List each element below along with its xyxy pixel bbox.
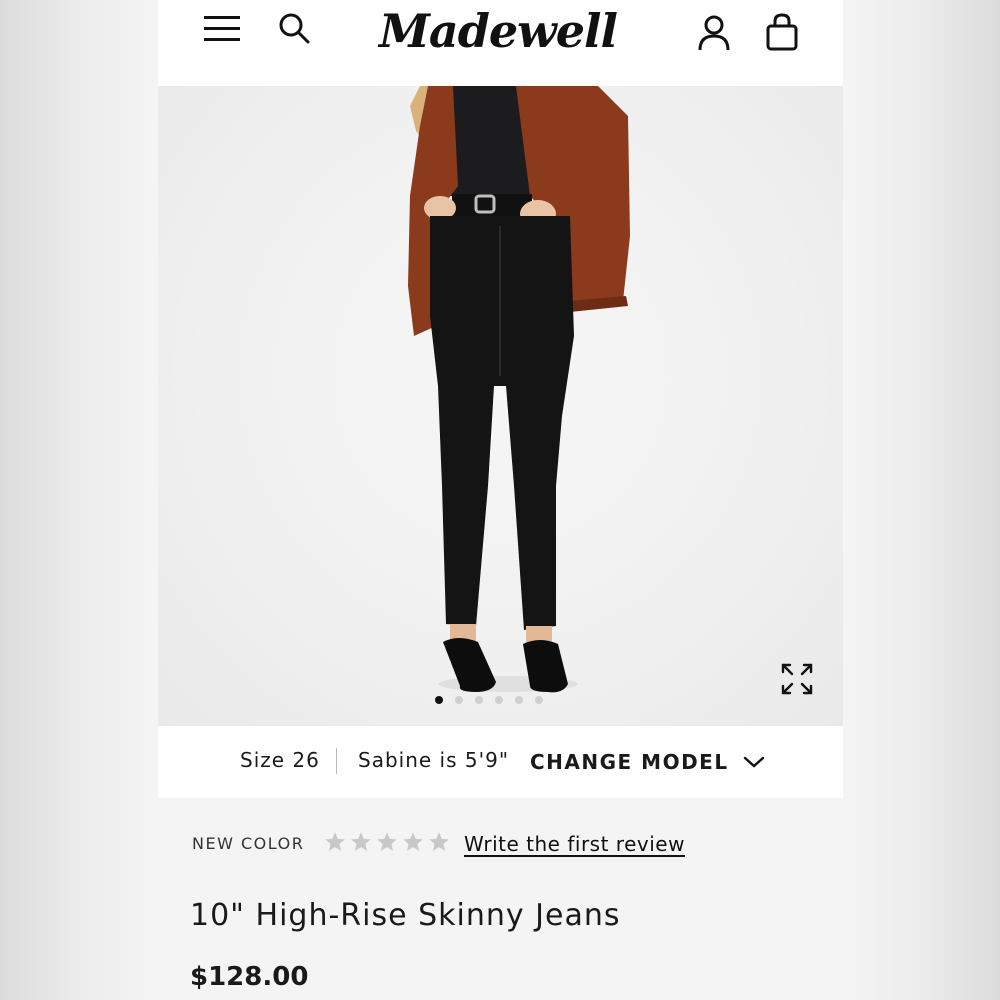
menu-icon[interactable]: [202, 12, 242, 46]
madewell-logo[interactable]: Madewell: [378, 0, 618, 62]
chevron-down-icon: [743, 756, 764, 768]
product-price: $128.00: [190, 962, 309, 992]
gallery-dot-4[interactable]: [495, 696, 503, 704]
model-size-label: Size 26: [240, 748, 320, 772]
star-empty-icon: [351, 832, 371, 851]
star-empty-icon: [403, 832, 423, 851]
bag-icon[interactable]: [764, 12, 800, 52]
gallery-dot-6[interactable]: [535, 696, 543, 704]
product-title: 10" High-Rise Skinny Jeans: [190, 898, 621, 933]
product-info: NEW COLOR Write the first review 10" Hig…: [158, 798, 843, 1000]
site-header: Madewell: [158, 0, 843, 87]
new-color-badge: NEW COLOR: [192, 834, 305, 853]
star-empty-icon: [377, 832, 397, 851]
gallery-dot-2[interactable]: [455, 696, 463, 704]
gallery-dot-3[interactable]: [475, 696, 483, 704]
star-empty-icon: [325, 832, 345, 851]
account-icon[interactable]: [696, 14, 732, 52]
search-icon[interactable]: [276, 10, 312, 46]
product-image-gallery[interactable]: [158, 86, 843, 726]
model-info-bar: Size 26 Sabine is 5'9" CHANGE MODEL: [158, 726, 843, 798]
change-model-button[interactable]: CHANGE MODEL: [530, 742, 765, 782]
mobile-page: Madewell Size 26 Sabine is 5'9" CHANGE M…: [158, 0, 843, 1000]
star-empty-icon: [429, 832, 449, 851]
gallery-dot-1[interactable]: [435, 696, 443, 704]
rating-stars[interactable]: [324, 831, 450, 853]
product-photo: [408, 86, 630, 693]
gallery-pagination: [435, 694, 543, 706]
write-review-link[interactable]: Write the first review: [464, 832, 685, 856]
model-height-label: Sabine is 5'9": [358, 748, 510, 772]
expand-icon[interactable]: [780, 662, 814, 696]
divider: [336, 748, 337, 774]
gallery-dot-5[interactable]: [515, 696, 523, 704]
change-model-label: CHANGE MODEL: [530, 750, 729, 774]
